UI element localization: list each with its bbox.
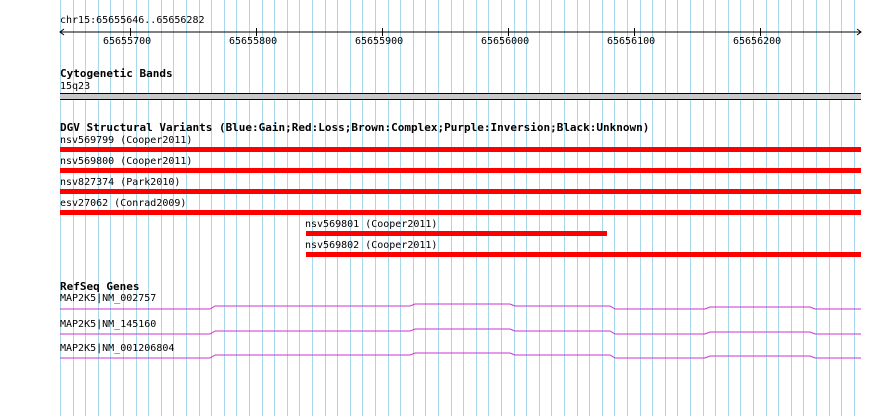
gene-model-line [60, 303, 861, 310]
refseq-gene-models [60, 303, 861, 359]
gene-model-line [60, 352, 861, 359]
gene-model-line [60, 328, 861, 335]
